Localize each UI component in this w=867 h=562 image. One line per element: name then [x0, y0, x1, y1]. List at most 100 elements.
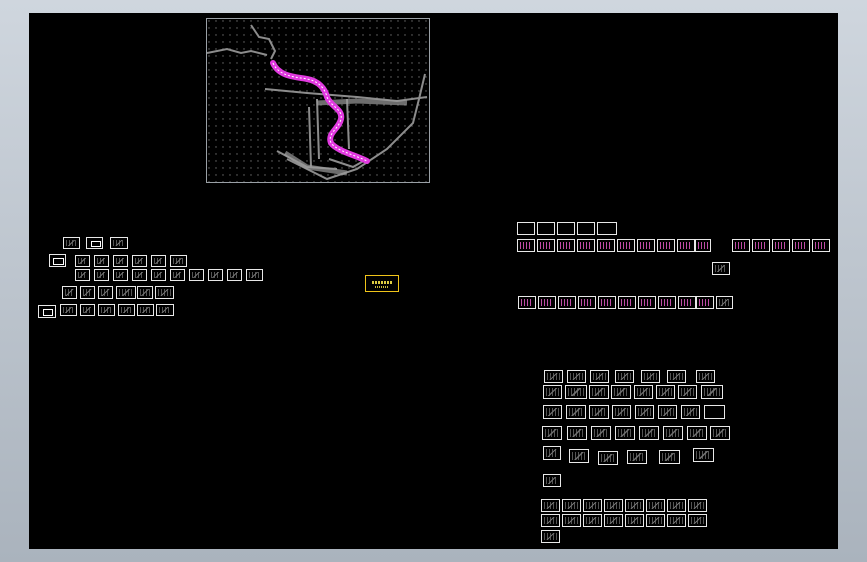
drawing-sheet[interactable] — [704, 405, 725, 419]
drawing-sheet[interactable] — [537, 222, 555, 235]
drawing-sheet[interactable] — [110, 237, 128, 249]
drawing-sheet[interactable] — [625, 499, 644, 512]
drawing-sheet[interactable] — [693, 448, 714, 462]
drawing-sheet[interactable] — [637, 239, 655, 252]
drawing-sheet[interactable] — [772, 239, 790, 252]
drawing-sheet[interactable] — [646, 514, 665, 527]
drawing-sheet[interactable] — [98, 304, 115, 316]
drawing-sheet[interactable] — [792, 239, 810, 252]
drawing-sheet[interactable] — [667, 370, 686, 383]
drawing-sheet[interactable] — [658, 405, 677, 419]
drawing-sheet[interactable] — [663, 426, 683, 440]
drawing-sheet[interactable] — [170, 255, 187, 267]
drawing-sheet[interactable] — [695, 239, 711, 252]
drawing-sheet[interactable] — [625, 514, 644, 527]
drawing-sheet[interactable] — [562, 499, 581, 512]
drawing-sheet[interactable] — [597, 222, 617, 235]
drawing-sheet[interactable] — [557, 222, 575, 235]
drawing-sheet[interactable] — [517, 239, 535, 252]
drawing-sheet[interactable] — [517, 222, 535, 235]
model-space-canvas[interactable] — [29, 13, 838, 549]
drawing-sheet[interactable] — [113, 269, 128, 281]
drawing-sheet[interactable] — [189, 269, 204, 281]
drawing-sheet[interactable] — [151, 255, 166, 267]
drawing-sheet[interactable] — [557, 239, 575, 252]
drawing-sheet[interactable] — [696, 296, 714, 309]
drawing-sheet[interactable] — [246, 269, 263, 281]
drawing-sheet[interactable] — [542, 426, 562, 440]
drawing-sheet[interactable] — [75, 269, 90, 281]
drawing-sheet[interactable] — [60, 304, 77, 316]
drawing-sheet[interactable] — [597, 239, 615, 252]
drawing-sheet[interactable] — [598, 296, 616, 309]
drawing-sheet[interactable] — [618, 296, 636, 309]
drawing-sheet[interactable] — [156, 304, 174, 316]
drawing-sheet[interactable] — [589, 385, 609, 399]
drawing-sheet[interactable] — [687, 426, 707, 440]
drawing-sheet[interactable] — [638, 296, 656, 309]
drawing-sheet[interactable] — [565, 385, 587, 399]
drawing-sheet[interactable] — [696, 370, 715, 383]
drawing-sheet[interactable] — [701, 385, 723, 399]
drawing-sheet[interactable] — [151, 269, 166, 281]
drawing-sheet[interactable] — [118, 304, 135, 316]
drawing-sheet[interactable] — [116, 286, 136, 299]
drawing-sheet[interactable] — [591, 426, 611, 440]
drawing-sheet[interactable] — [812, 239, 830, 252]
drawing-sheet[interactable] — [541, 514, 560, 527]
drawing-sheet[interactable] — [688, 514, 707, 527]
drawing-sheet[interactable] — [578, 296, 596, 309]
drawing-sheet[interactable] — [641, 370, 660, 383]
drawing-sheet[interactable] — [94, 269, 109, 281]
drawing-sheet[interactable] — [657, 239, 675, 252]
title-stamp[interactable] — [365, 275, 399, 292]
drawing-sheet[interactable] — [132, 255, 147, 267]
drawing-sheet[interactable] — [615, 426, 635, 440]
drawing-sheet[interactable] — [155, 286, 174, 299]
drawing-sheet[interactable] — [583, 499, 602, 512]
drawing-sheet[interactable] — [80, 286, 95, 299]
drawing-sheet[interactable] — [38, 305, 56, 318]
site-plan-frame[interactable] — [206, 18, 430, 183]
drawing-sheet[interactable] — [615, 370, 634, 383]
drawing-sheet[interactable] — [208, 269, 223, 281]
drawing-sheet[interactable] — [541, 530, 560, 543]
drawing-sheet[interactable] — [635, 405, 654, 419]
drawing-sheet[interactable] — [732, 239, 750, 252]
drawing-sheet[interactable] — [667, 499, 686, 512]
drawing-sheet[interactable] — [567, 370, 586, 383]
drawing-sheet[interactable] — [627, 450, 647, 464]
drawing-sheet[interactable] — [617, 239, 635, 252]
drawing-sheet[interactable] — [604, 499, 623, 512]
drawing-sheet[interactable] — [537, 239, 555, 252]
drawing-sheet[interactable] — [543, 474, 561, 487]
drawing-sheet[interactable] — [598, 451, 618, 465]
drawing-sheet[interactable] — [137, 304, 154, 316]
drawing-sheet[interactable] — [227, 269, 242, 281]
drawing-sheet[interactable] — [86, 237, 103, 249]
drawing-sheet[interactable] — [567, 426, 587, 440]
drawing-sheet[interactable] — [658, 296, 676, 309]
drawing-sheet[interactable] — [170, 269, 185, 281]
drawing-sheet[interactable] — [75, 255, 90, 267]
drawing-sheet[interactable] — [541, 499, 560, 512]
drawing-sheet[interactable] — [678, 385, 697, 399]
drawing-sheet[interactable] — [646, 499, 665, 512]
drawing-sheet[interactable] — [677, 239, 695, 252]
drawing-sheet[interactable] — [678, 296, 696, 309]
drawing-sheet[interactable] — [94, 255, 109, 267]
drawing-sheet[interactable] — [590, 370, 609, 383]
drawing-sheet[interactable] — [543, 405, 562, 419]
drawing-sheet[interactable] — [562, 514, 581, 527]
drawing-sheet[interactable] — [604, 514, 623, 527]
drawing-sheet[interactable] — [543, 446, 561, 460]
drawing-sheet[interactable] — [667, 514, 686, 527]
drawing-sheet[interactable] — [611, 385, 631, 399]
drawing-sheet[interactable] — [656, 385, 675, 399]
drawing-sheet[interactable] — [98, 286, 113, 299]
drawing-sheet[interactable] — [569, 449, 589, 463]
drawing-sheet[interactable] — [80, 304, 95, 316]
drawing-sheet[interactable] — [577, 239, 595, 252]
drawing-sheet[interactable] — [577, 222, 595, 235]
drawing-sheet[interactable] — [612, 405, 631, 419]
